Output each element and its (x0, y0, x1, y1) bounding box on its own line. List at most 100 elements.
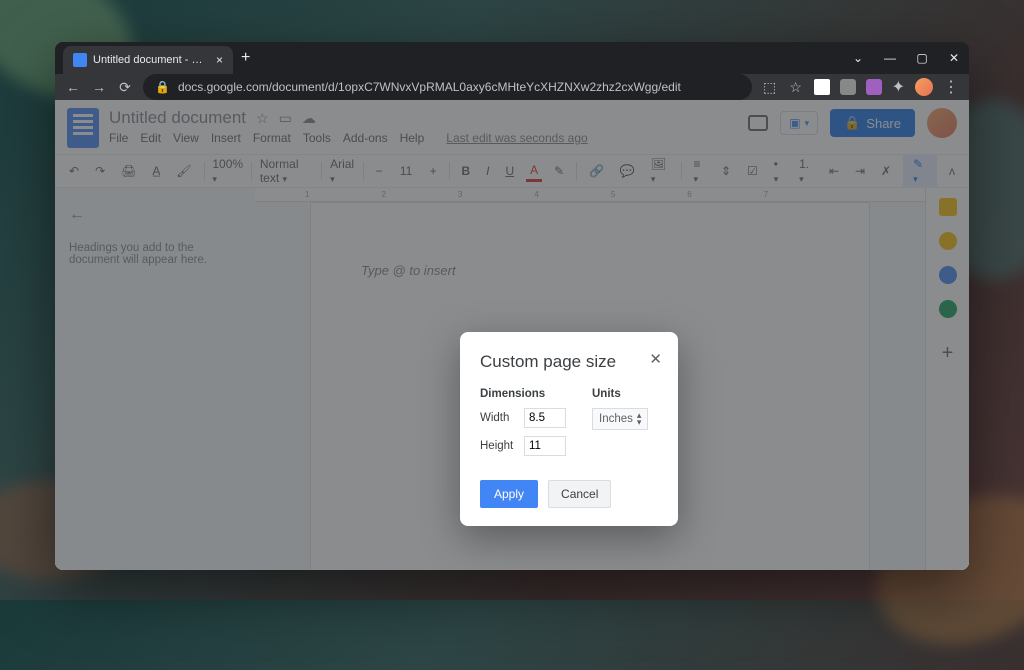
bold-button[interactable]: B (457, 162, 474, 180)
maps-icon[interactable] (939, 300, 957, 318)
share-label: Share (866, 116, 901, 131)
menu-file[interactable]: File (109, 131, 128, 145)
browser-tab-active[interactable]: Untitled document - Google Docs × (63, 46, 233, 74)
new-tab-button[interactable]: + (241, 49, 250, 67)
width-label: Width (480, 412, 516, 424)
zoom-select[interactable]: 100% ▾ (212, 157, 243, 185)
star-icon[interactable]: ☆ (256, 110, 269, 127)
clear-formatting-button[interactable]: ✗ (877, 162, 895, 180)
menu-view[interactable]: View (173, 131, 199, 145)
window-controls: ⌄ — ▢ ✕ (851, 51, 961, 65)
browser-window: Untitled document - Google Docs × + ⌄ — … (55, 42, 969, 570)
extensions-puzzle-icon[interactable]: ✦ (892, 77, 905, 97)
extension-icons: ✦ ⋮ (814, 77, 959, 97)
browser-titlebar: Untitled document - Google Docs × + ⌄ — … (55, 42, 969, 74)
extension-1-icon[interactable] (814, 79, 830, 95)
cancel-button[interactable]: Cancel (548, 480, 611, 508)
url-input[interactable]: 🔒 docs.google.com/document/d/1opxC7WNvxV… (143, 74, 752, 100)
bullet-list-button[interactable]: • ▾ (770, 155, 787, 187)
text-color-button[interactable]: A (526, 161, 542, 182)
menu-insert[interactable]: Insert (211, 131, 241, 145)
menu-help[interactable]: Help (400, 131, 425, 145)
app-header: Untitled document ☆ ▭ ☁ File Edit View I… (55, 100, 969, 148)
spellcheck-button[interactable]: A̲ (148, 162, 164, 180)
body-placeholder: Type @ to insert (361, 263, 456, 278)
present-button[interactable]: ▣▾ (780, 111, 818, 135)
outline-pane: ← Headings you add to the document will … (55, 188, 255, 570)
menu-format[interactable]: Format (253, 131, 291, 145)
close-window-button[interactable]: ✕ (947, 51, 961, 65)
menu-addons[interactable]: Add-ons (343, 131, 388, 145)
font-size-decrease[interactable]: − (371, 162, 386, 180)
last-edit-link[interactable]: Last edit was seconds ago (446, 131, 587, 145)
contacts-icon[interactable] (939, 266, 957, 284)
print-button[interactable]: 🖨 (117, 162, 140, 180)
outline-hint: Headings you add to the document will ap… (69, 242, 241, 266)
back-button[interactable]: ← (65, 79, 81, 95)
paragraph-style-select[interactable]: Normal text ▾ (260, 157, 313, 185)
forward-button[interactable]: → (91, 79, 107, 95)
line-spacing-button[interactable]: ⇕ (717, 162, 735, 180)
menu-tools[interactable]: Tools (303, 131, 331, 145)
keep-icon[interactable] (939, 198, 957, 216)
height-input[interactable] (524, 436, 566, 456)
docs-favicon-icon (73, 53, 87, 67)
highlight-button[interactable]: ✎ (550, 162, 568, 180)
maximize-button[interactable]: ▢ (915, 51, 929, 65)
horizontal-ruler[interactable]: 1 2 3 4 5 6 7 (255, 188, 925, 202)
docs-logo-icon[interactable] (67, 108, 99, 148)
collapse-toolbar-icon[interactable]: ʌ (945, 162, 959, 180)
chevron-down-icon[interactable]: ⌄ (851, 51, 865, 65)
indent-decrease-button[interactable]: ⇤ (825, 162, 843, 180)
account-avatar-icon[interactable] (927, 108, 957, 138)
toolbar: ↶ ↷ 🖨 A̲ 🖌 100% ▾ Normal text ▾ Arial ▾ … (55, 154, 969, 188)
docs-app: Untitled document ☆ ▭ ☁ File Edit View I… (55, 100, 969, 570)
menu-bar: File Edit View Insert Format Tools Add-o… (109, 131, 738, 145)
height-label: Height (480, 440, 516, 452)
profile-avatar-icon[interactable] (915, 78, 933, 96)
browser-menu-icon[interactable]: ⋮ (943, 77, 959, 97)
comments-icon[interactable] (748, 115, 768, 131)
cloud-status-icon[interactable]: ☁ (302, 110, 316, 127)
install-app-icon[interactable]: ⬚ (762, 79, 778, 96)
present-icon: ▣ (789, 116, 800, 130)
add-comment-button[interactable]: 💬 (616, 162, 639, 180)
tab-title: Untitled document - Google Docs (93, 54, 206, 66)
share-button[interactable]: 🔒 Share (830, 109, 915, 137)
outline-collapse-icon[interactable]: ← (69, 206, 241, 224)
dialog-title: Custom page size (480, 352, 658, 372)
tasks-icon[interactable] (939, 232, 957, 250)
menu-edit[interactable]: Edit (140, 131, 161, 145)
move-icon[interactable]: ▭ (279, 110, 292, 127)
close-tab-icon[interactable]: × (216, 53, 223, 67)
extension-2-icon[interactable] (840, 79, 856, 95)
undo-button[interactable]: ↶ (65, 162, 83, 180)
minimize-button[interactable]: — (883, 51, 897, 65)
italic-button[interactable]: I (482, 162, 493, 180)
underline-button[interactable]: U (501, 162, 518, 180)
insert-image-button[interactable]: 🖼 ▾ (647, 155, 673, 187)
font-size-input[interactable]: 11 (394, 164, 417, 178)
indent-increase-button[interactable]: ⇥ (851, 162, 869, 180)
paint-format-button[interactable]: 🖌 (172, 162, 195, 180)
width-input[interactable] (524, 408, 566, 428)
align-button[interactable]: ≡ ▾ (689, 155, 708, 187)
checklist-button[interactable]: ☑ (743, 162, 762, 180)
units-select[interactable]: Inches ▴▾ (592, 408, 648, 430)
apply-button[interactable]: Apply (480, 480, 538, 508)
dimensions-label: Dimensions (480, 388, 566, 400)
bookmark-star-icon[interactable]: ☆ (788, 79, 804, 96)
insert-link-button[interactable]: 🔗 (585, 162, 608, 180)
document-title[interactable]: Untitled document (109, 108, 246, 128)
side-panel: + (925, 188, 969, 570)
reload-button[interactable]: ⟳ (117, 79, 133, 96)
numbered-list-button[interactable]: 1. ▾ (795, 155, 817, 187)
custom-page-size-dialog: Custom page size ✕ Dimensions Width Heig… (460, 332, 678, 526)
get-addons-icon[interactable]: + (942, 342, 954, 365)
font-family-select[interactable]: Arial ▾ (330, 157, 355, 185)
close-dialog-button[interactable]: ✕ (649, 350, 662, 368)
editing-mode-button[interactable]: ✎ ▾ (903, 154, 937, 188)
redo-button[interactable]: ↷ (91, 162, 109, 180)
font-size-increase[interactable]: + (426, 162, 441, 180)
extension-3-icon[interactable] (866, 79, 882, 95)
